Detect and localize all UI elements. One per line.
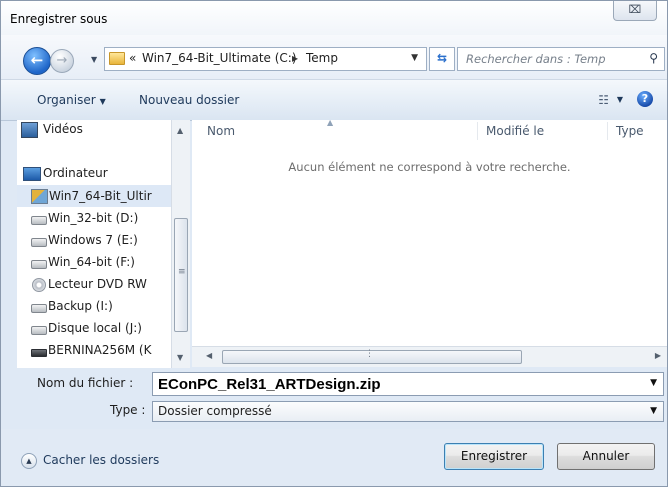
sidebar-item-drive-f[interactable]: Win_64-bit (F:) (17, 251, 172, 273)
sidebar-item-label: BERNINA256M (K (48, 343, 152, 357)
sidebar-item-drive-j[interactable]: Disque local (J:) (17, 317, 172, 339)
dialog-footer: ▲ Cacher les dossiers Enregistrer Annule… (1, 429, 667, 486)
breadcrumb-drive[interactable]: Win7_64-Bit_Ultimate (C:) (142, 51, 297, 65)
sidebar-item-label: Windows 7 (E:) (48, 233, 138, 247)
filename-value: EConPC_Rel31_ARTDesign.zip (158, 376, 381, 393)
back-button[interactable]: ← (23, 47, 51, 75)
filename-input[interactable]: EConPC_Rel31_ARTDesign.zip ▼ (152, 372, 664, 396)
sidebar-item-label: Win7_64-Bit_Ultir (49, 189, 152, 203)
scrollbar-thumb[interactable]: ⋮ (222, 349, 522, 364)
save-button[interactable]: Enregistrer (444, 443, 544, 470)
drive-icon (31, 326, 47, 335)
hide-folders-label: Cacher les dossiers (43, 453, 160, 467)
breadcrumb-overflow[interactable]: « (129, 51, 136, 65)
forward-arrow-icon: → (56, 53, 68, 68)
sidebar-item-drive-i[interactable]: Backup (I:) (17, 295, 172, 317)
title-bar: Enregistrer sous ⌧ (1, 1, 667, 35)
empty-state-message: Aucun élément ne correspond à votre rech… (288, 160, 571, 174)
sidebar-item-dvd[interactable]: Lecteur DVD RW (17, 273, 172, 295)
chevron-down-icon: ▼ (99, 97, 106, 106)
recent-pages-dropdown[interactable]: ▼ (91, 55, 97, 64)
search-icon[interactable]: ⚲ (649, 51, 658, 65)
type-label: Type : (110, 403, 146, 417)
command-bar: Organiser ▼ Nouveau dossier ☷ ▼ ? (1, 80, 667, 121)
view-dropdown-icon[interactable]: ▼ (617, 95, 623, 104)
file-list-scrollbar[interactable]: ◀ ⋮ ▶ (192, 346, 667, 367)
navigation-bar: ← → ▼ « Win7_64-Bit_Ultimate (C:) ▸ Temp… (1, 35, 667, 80)
file-type-select[interactable]: Dossier compressé ▼ (152, 401, 664, 422)
breadcrumb-temp[interactable]: Temp (306, 51, 338, 65)
save-form: Nom du fichier : EConPC_Rel31_ARTDesign.… (1, 368, 667, 428)
dvd-drive-icon (32, 278, 46, 292)
scroll-right-icon[interactable]: ▶ (655, 351, 661, 360)
refresh-icon: ⇆ (436, 51, 448, 65)
sidebar-item-label: Ordinateur (43, 166, 108, 180)
sidebar-item-videos[interactable]: Vidéos (17, 120, 172, 142)
scroll-down-icon[interactable]: ▼ (177, 353, 183, 362)
system-drive-icon (31, 189, 48, 204)
search-placeholder: Rechercher dans : Temp (466, 52, 606, 66)
video-library-icon (21, 122, 38, 138)
removable-drive-icon (31, 349, 47, 357)
forward-button[interactable]: → (50, 49, 74, 73)
sidebar-item-label: Vidéos (43, 122, 83, 136)
chevron-down-icon[interactable]: ▼ (650, 378, 657, 388)
refresh-button[interactable]: ⇆ (429, 47, 455, 71)
navigation-pane[interactable]: Vidéos Ordinateur Win7_64-Bit_Ultir Win_… (17, 120, 190, 368)
sidebar-item-label: Disque local (J:) (48, 321, 142, 335)
sidebar-item-label: Backup (I:) (48, 299, 113, 313)
grip-icon: ⋮ (365, 349, 374, 359)
folder-icon (109, 52, 125, 65)
computer-icon (23, 167, 41, 181)
view-options-icon[interactable]: ☷ (598, 93, 609, 107)
save-as-dialog: Enregistrer sous ⌧ ← → ▼ « Win7_64-Bit_U… (0, 0, 668, 487)
sidebar-item-label: Win_64-bit (F:) (48, 255, 135, 269)
column-header-modified[interactable]: Modifié le (486, 124, 544, 138)
back-arrow-icon: ← (30, 51, 44, 69)
window-title: Enregistrer sous (10, 12, 108, 26)
filename-label: Nom du fichier : (37, 376, 134, 390)
grip-icon: ≡ (178, 267, 186, 277)
sort-ascending-icon: ▲ (327, 118, 334, 127)
column-header-name[interactable]: Nom (207, 124, 235, 138)
cancel-button[interactable]: Annuler (557, 443, 655, 470)
breadcrumb-chevron-icon[interactable]: ▸ (292, 51, 298, 65)
scroll-left-icon[interactable]: ◀ (206, 351, 212, 360)
drive-icon (31, 260, 47, 269)
navigation-pane-scrollbar[interactable]: ▲ ≡ ▼ (171, 120, 190, 368)
file-list[interactable]: ▲ Nom Modifié le Type Aucun élément ne c… (192, 118, 667, 346)
file-type-value: Dossier compressé (158, 404, 272, 418)
sidebar-item-label: Win_32-bit (D:) (48, 211, 139, 225)
address-bar[interactable]: « Win7_64-Bit_Ultimate (C:) ▸ Temp ▼ (104, 47, 427, 71)
sidebar-item-drive-k[interactable]: BERNINA256M (K (17, 339, 172, 361)
new-folder-button[interactable]: Nouveau dossier (139, 93, 239, 107)
help-icon[interactable]: ? (637, 91, 653, 107)
address-dropdown-icon[interactable]: ▼ (411, 53, 418, 63)
scrollbar-thumb[interactable]: ≡ (174, 218, 188, 332)
column-divider[interactable] (477, 122, 478, 140)
close-button[interactable]: ⌧ (613, 1, 657, 21)
column-header-type[interactable]: Type (616, 124, 644, 138)
sidebar-item-label: Lecteur DVD RW (48, 277, 147, 291)
close-icon: ⌧ (628, 3, 642, 16)
drive-icon (31, 216, 47, 225)
sidebar-item-computer[interactable]: Ordinateur (17, 162, 172, 184)
column-divider[interactable] (607, 122, 608, 140)
sidebar-item-drive-d[interactable]: Win_32-bit (D:) (17, 207, 172, 229)
scroll-up-icon[interactable]: ▲ (177, 126, 183, 135)
chevron-up-icon: ▲ (21, 453, 37, 469)
search-input[interactable]: Rechercher dans : Temp ⚲ (457, 47, 665, 71)
chevron-down-icon[interactable]: ▼ (650, 406, 657, 416)
organize-button[interactable]: Organiser ▼ (37, 93, 106, 107)
drive-icon (31, 304, 47, 313)
sidebar-item-system-drive[interactable]: Win7_64-Bit_Ultir (17, 185, 172, 207)
organize-label: Organiser (37, 93, 96, 107)
drive-icon (31, 238, 47, 247)
sidebar-item-drive-e[interactable]: Windows 7 (E:) (17, 229, 172, 251)
